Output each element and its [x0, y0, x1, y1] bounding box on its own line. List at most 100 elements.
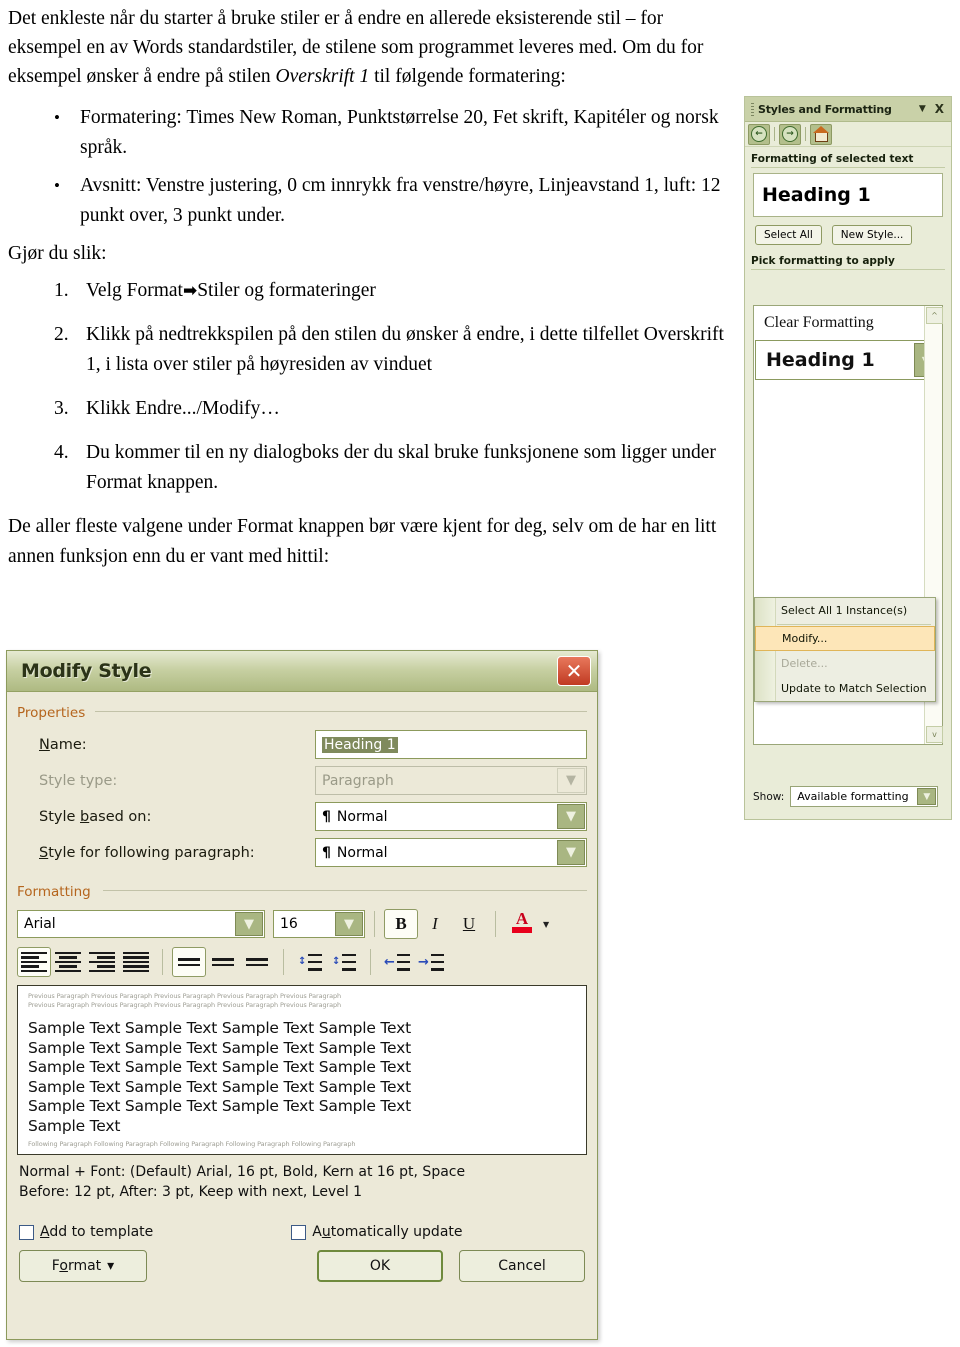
task-pane-button-row: Select All New Style... [745, 217, 951, 249]
back-button[interactable]: ← [748, 123, 770, 145]
show-select[interactable]: Available formatting ▼ [790, 786, 939, 807]
align-right-button[interactable] [85, 947, 119, 977]
sample-text-line: Sample Text Sample Text Sample Text Samp… [28, 1077, 411, 1096]
style-based-on-select[interactable]: ¶ Normal ▼ [315, 802, 587, 831]
ok-button[interactable]: OK [317, 1250, 443, 1282]
paragraph-toolbar-row: ↕ ↕ ← → [17, 947, 587, 977]
closing-paragraph: De aller fleste valgene under Format kna… [8, 516, 717, 567]
add-to-template-checkbox[interactable] [19, 1224, 34, 1240]
sample-text-line: Sample Text Sample Text Sample Text Samp… [28, 1097, 411, 1115]
add-to-template-label: Add to template [40, 1224, 154, 1240]
divider [283, 949, 284, 975]
list-item-heading-1[interactable]: Heading 1 ▼ [755, 340, 941, 380]
pilcrow-icon: ¶ [322, 808, 331, 825]
forward-button[interactable]: → [779, 123, 801, 145]
increase-space-before-button[interactable]: ↕ [293, 947, 327, 977]
single-spacing-icon [174, 952, 204, 972]
font-color-swatch [512, 927, 532, 933]
menu-item-label: Select All 1 Instance(s) [781, 604, 908, 617]
chevron-down-icon[interactable]: ▼ [235, 912, 263, 936]
bold-icon: B [395, 914, 407, 933]
chevron-down-icon[interactable]: ▼ [919, 104, 926, 114]
how-to-heading: Gjør du slik: [8, 243, 107, 264]
font-size-select[interactable]: 16 ▼ [273, 910, 365, 938]
menu-item-update-to-match-selection[interactable]: Update to Match Selection [755, 676, 935, 701]
field-row-style-based-on: Style based on: ¶ Normal ▼ [17, 802, 587, 831]
close-icon[interactable]: X [935, 102, 944, 116]
style-context-menu: Select All 1 Instance(s) Modify... Delet… [754, 597, 936, 702]
one-and-half-spacing-icon [208, 952, 238, 972]
sample-text-line: Sample Text Sample Text Sample Text Samp… [28, 1019, 411, 1037]
list-item: Klikk Endre.../Modify… [54, 394, 280, 424]
styles-and-formatting-task-pane: Styles and Formatting ▼ X ← → Formatting… [744, 96, 952, 820]
automatically-update-label: Automatically update [312, 1224, 463, 1240]
drag-grip-icon[interactable] [751, 102, 754, 116]
close-icon[interactable]: ✕ [557, 656, 591, 686]
new-style-button[interactable]: New Style... [831, 225, 913, 245]
decrease-indent-button[interactable]: ← [380, 947, 414, 977]
forward-arrow-icon: → [782, 126, 798, 142]
sample-text-block: Sample Text Sample Text Sample Text Samp… [28, 1019, 576, 1136]
line-spacing-double-button[interactable] [240, 947, 274, 977]
align-center-button[interactable] [51, 947, 85, 977]
font-color-button[interactable]: A [505, 909, 539, 939]
style-for-following-paragraph-select[interactable]: ¶ Normal ▼ [315, 838, 587, 867]
selected-style-box[interactable]: Heading 1 [753, 173, 943, 217]
menu-item-modify[interactable]: Modify... [755, 626, 935, 651]
chevron-down-icon[interactable]: ▼ [917, 788, 937, 805]
home-button[interactable] [810, 123, 832, 145]
field-row-style-type: Style type: Paragraph ▼ [17, 766, 587, 795]
increase-indent-button[interactable]: → [414, 947, 448, 977]
italic-button[interactable]: I [418, 909, 452, 939]
justify-button[interactable] [119, 947, 153, 977]
format-button[interactable]: Format ▾ [19, 1250, 147, 1282]
menu-item-label: Modify... [782, 632, 828, 645]
properties-group: Properties Name: Heading 1 Style type: P… [17, 702, 587, 867]
task-pane-navbar: ← → [745, 122, 951, 147]
decrease-space-before-button[interactable]: ↕ [327, 947, 361, 977]
styles-listbox[interactable]: Clear Formatting Heading 1 ▼ ^ v Select … [753, 305, 943, 745]
show-value: Available formatting [797, 790, 909, 803]
line-spacing-1-5-button[interactable] [206, 947, 240, 977]
font-name-value: Arial [24, 916, 56, 932]
lines-icon [396, 953, 410, 971]
name-field[interactable]: Heading 1 [315, 730, 587, 759]
chevron-down-icon[interactable]: ▼ [543, 920, 549, 929]
align-left-button[interactable] [17, 947, 51, 977]
style-for-following-paragraph-value: Normal [336, 844, 388, 861]
document-body: Det enkleste når du starter å bruke stil… [8, 4, 734, 578]
scroll-down-icon[interactable]: v [926, 726, 943, 743]
automatically-update-checkbox[interactable] [291, 1224, 307, 1240]
increase-paragraph-spacing-icon: ↕ [298, 952, 322, 972]
home-icon [812, 126, 829, 142]
line-spacing-single-button[interactable] [172, 947, 206, 977]
dialog-titlebar[interactable]: Modify Style ✕ [7, 651, 597, 692]
align-center-icon [55, 952, 81, 972]
list-item: Du kommer til en ny dialogboks der du sk… [54, 438, 716, 493]
list-item: Klikk på nedtrekkspilen på den stilen du… [54, 320, 724, 375]
decrease-paragraph-spacing-icon: ↕ [332, 952, 356, 972]
show-label: Show: [753, 790, 785, 803]
font-name-select[interactable]: Arial ▼ [17, 910, 265, 938]
task-pane-title: Styles and Formatting [758, 102, 892, 116]
chevron-down-icon[interactable]: ▼ [557, 804, 585, 829]
bold-button[interactable]: B [384, 909, 418, 939]
menu-item-select-all-instances[interactable]: Select All 1 Instance(s) [755, 598, 935, 623]
format-button-label: Format [51, 1258, 102, 1274]
chevron-down-icon: ▼ [557, 768, 585, 793]
list-item: Formatering: Times New Roman, Punktstørr… [8, 103, 734, 163]
lines-icon [342, 953, 356, 971]
chevron-down-icon[interactable]: ▼ [335, 912, 363, 936]
justify-icon [123, 952, 149, 972]
pilcrow-icon: ¶ [322, 844, 331, 861]
underline-button[interactable]: U [452, 909, 486, 939]
scroll-up-icon[interactable]: ^ [926, 307, 943, 324]
properties-group-label: Properties [17, 705, 86, 721]
list-item-clear-formatting[interactable]: Clear Formatting [754, 306, 942, 340]
chevron-down-icon[interactable]: ▼ [557, 840, 585, 865]
font-toolbar-row: Arial ▼ 16 ▼ B I U A ▼ [17, 909, 587, 939]
align-right-icon [89, 952, 115, 972]
cancel-button[interactable]: Cancel [459, 1250, 585, 1282]
select-all-button[interactable]: Select All [755, 225, 822, 245]
formatting-group: Formatting Arial ▼ 16 ▼ B I U A ▼ ↕ ↕ ← … [17, 881, 587, 977]
